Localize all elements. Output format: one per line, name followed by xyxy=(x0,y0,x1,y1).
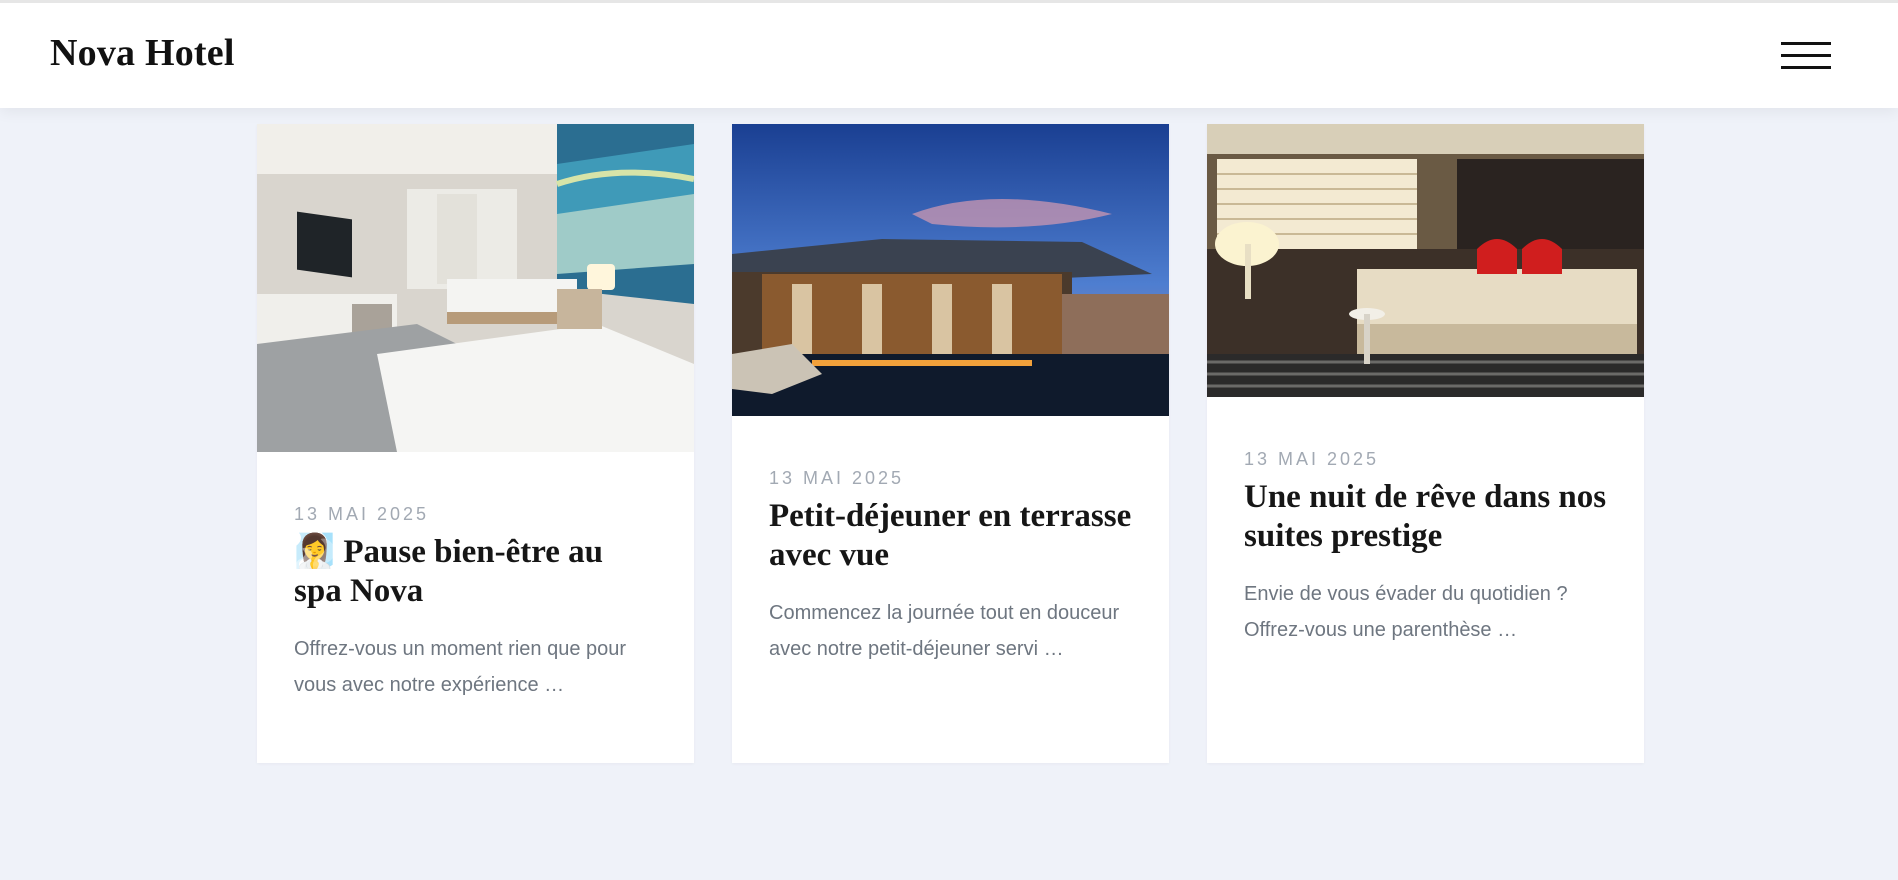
site-header: Nova Hotel xyxy=(0,0,1898,108)
post-title[interactable]: Une nuit de rêve dans nos suites prestig… xyxy=(1244,478,1607,556)
post-title[interactable]: 🧖‍♀️ Pause bien-être au spa Nova xyxy=(294,533,657,611)
post-excerpt: Offrez-vous un moment rien que pour vous… xyxy=(294,638,627,696)
post-image-suite[interactable] xyxy=(1207,124,1644,397)
post-date: 13 MAI 2025 xyxy=(294,504,430,524)
post-image-terrace[interactable] xyxy=(732,124,1169,416)
post-title[interactable]: Petit-déjeuner en terrasse avec vue xyxy=(769,497,1132,575)
post-date: 13 MAI 2025 xyxy=(1244,449,1380,469)
post-excerpt: Commencez la journée tout en douceur ave… xyxy=(769,602,1120,660)
post-date: 13 MAI 2025 xyxy=(769,468,905,488)
site-logo[interactable]: Nova Hotel xyxy=(50,31,235,75)
post-excerpt: Envie de vous évader du quotidien ? Offr… xyxy=(1244,583,1568,641)
post-image-hotel-room[interactable] xyxy=(257,124,694,452)
post-card[interactable]: 13 MAI 2025 Une nuit de rêve dans nos su… xyxy=(1207,124,1644,763)
hamburger-menu-icon[interactable] xyxy=(1776,37,1834,75)
post-card[interactable]: 13 MAI 2025 Petit-déjeuner en terrasse a… xyxy=(732,124,1169,763)
post-card[interactable]: 13 MAI 2025 🧖‍♀️ Pause bien-être au spa … xyxy=(257,124,694,763)
